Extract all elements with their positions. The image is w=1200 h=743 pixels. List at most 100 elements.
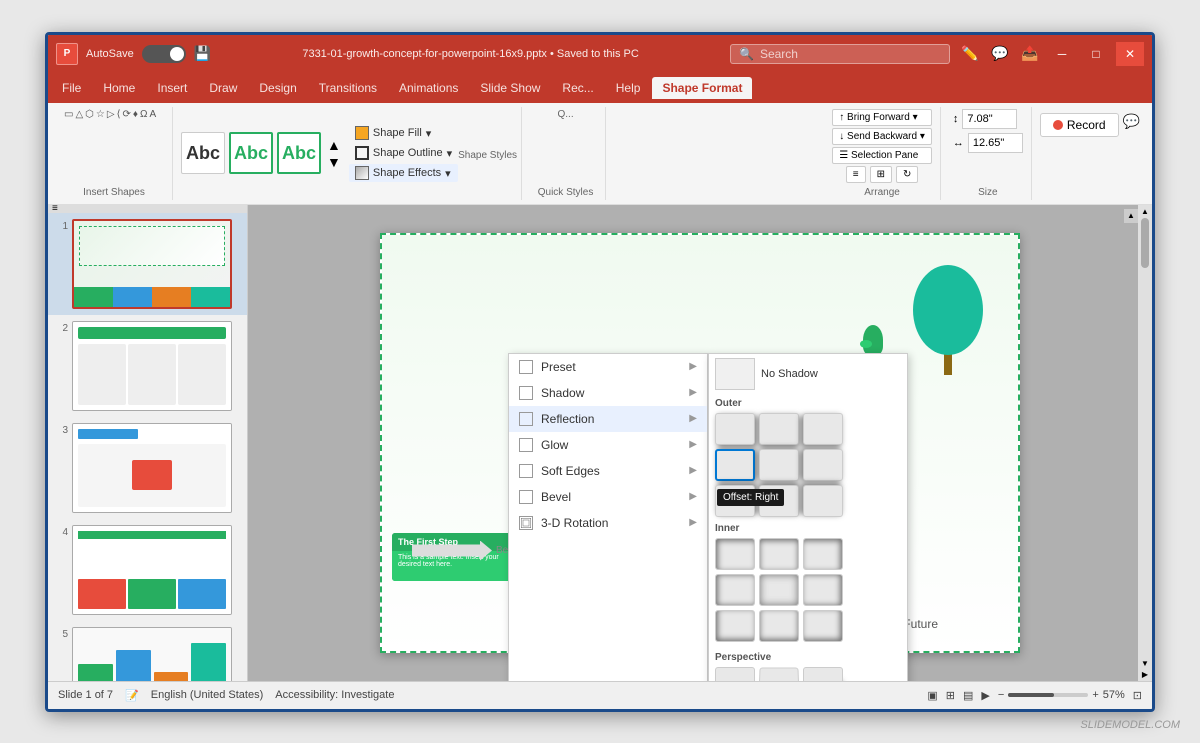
shadow-outer-3[interactable] xyxy=(803,413,843,445)
share-icon[interactable]: 📤 xyxy=(1018,42,1042,66)
bring-forward-btn[interactable]: ↑ Bring Forward ▾ xyxy=(832,109,932,126)
3drotation-checkbox xyxy=(519,516,533,530)
shadow-persp-1[interactable] xyxy=(715,667,755,681)
shadow-inner-6[interactable] xyxy=(803,574,843,606)
effects-menu-item-bevel[interactable]: Bevel ▶ xyxy=(509,484,707,510)
effects-menu-item-preset[interactable]: Preset ▶ xyxy=(509,354,707,380)
search-input[interactable] xyxy=(760,47,930,61)
canvas-scroll-up[interactable]: ▲ xyxy=(1124,209,1138,223)
tab-shapeformat[interactable]: Shape Format xyxy=(652,77,752,99)
shadow-outer-2[interactable] xyxy=(759,413,799,445)
zoom-out-btn[interactable]: − xyxy=(998,689,1004,701)
slide-preview-2 xyxy=(72,321,232,411)
scrollbar-thumb[interactable] xyxy=(1141,218,1149,268)
minimize-button[interactable]: ─ xyxy=(1048,42,1076,66)
shadow-inner-7[interactable] xyxy=(715,610,755,642)
abc-style-1[interactable]: Abc xyxy=(181,132,225,174)
shadow-inner-5[interactable] xyxy=(759,574,799,606)
tab-slideshow[interactable]: Slide Show xyxy=(470,77,550,99)
height-input[interactable] xyxy=(962,109,1017,129)
selection-pane-btn[interactable]: ☰ Selection Pane xyxy=(832,147,932,164)
shadow-inner-9[interactable] xyxy=(803,610,843,642)
shadow-inner-8[interactable] xyxy=(759,610,799,642)
shadow-persp-3[interactable] xyxy=(803,667,843,681)
effects-menu-item-3drotation[interactable]: 3-D Rotation ▶ xyxy=(509,510,707,536)
scrollbar-arrow-right[interactable]: ▶ xyxy=(1142,670,1148,679)
shadow-inner-4[interactable] xyxy=(715,574,755,606)
slide-thumb-1[interactable]: 1 xyxy=(48,213,247,315)
shadow-persp-2[interactable] xyxy=(758,667,799,681)
tab-draw[interactable]: Draw xyxy=(199,77,247,99)
shadow-inner-1[interactable] xyxy=(715,538,755,570)
shadow-outer-5[interactable] xyxy=(759,449,799,481)
fit-slide-icon[interactable]: ⊡ xyxy=(1133,689,1142,702)
abc-style-3[interactable]: Abc xyxy=(277,132,321,174)
search-box[interactable]: 🔍 xyxy=(730,44,950,64)
shadow-outer-4[interactable]: Offset: Right xyxy=(715,449,755,481)
width-input[interactable] xyxy=(968,133,1023,153)
tab-design[interactable]: Design xyxy=(249,77,306,99)
shape-effects-dropdown: Preset ▶ Shadow ▶ Reflection ▶ Glow ▶ xyxy=(508,353,908,681)
styles-scroll-down[interactable]: ▼ xyxy=(327,154,341,170)
shadow-outer-6[interactable] xyxy=(803,449,843,481)
styles-scroll-up[interactable]: ▲ xyxy=(327,137,341,153)
inner-row-1 xyxy=(709,536,907,572)
tab-help[interactable]: Help xyxy=(606,77,651,99)
shadow-inner-3[interactable] xyxy=(803,538,843,570)
tab-home[interactable]: Home xyxy=(93,77,145,99)
zoom-level: 57% xyxy=(1103,689,1125,701)
tab-insert[interactable]: Insert xyxy=(147,77,197,99)
pen-icon[interactable]: ✏️ xyxy=(958,42,982,66)
shadow-outer-1[interactable] xyxy=(715,413,755,445)
scrollbar-up-btn[interactable]: ▲ xyxy=(1141,207,1149,216)
slide-thumb-2[interactable]: 2 xyxy=(48,315,247,417)
slide-show-icon[interactable]: ▶ xyxy=(981,689,989,702)
autosave-toggle[interactable]: Off xyxy=(142,45,186,63)
shadow-inner-2[interactable] xyxy=(759,538,799,570)
slide-notes-icon[interactable]: 📝 xyxy=(125,689,139,702)
group-btn[interactable]: ⊞ xyxy=(870,166,892,183)
tab-file[interactable]: File xyxy=(52,77,91,99)
normal-view-icon[interactable]: ▣ xyxy=(927,689,937,702)
send-backward-btn[interactable]: ↓ Send Backward ▾ xyxy=(832,128,932,145)
inner-row-3 xyxy=(709,608,907,644)
chat-icon[interactable]: 💬 xyxy=(1123,113,1140,130)
slide-preview-content-2 xyxy=(73,322,231,410)
canvas-scrollbar[interactable]: ▲ ▼ ▶ xyxy=(1138,205,1152,681)
shape-outline-btn[interactable]: Shape Outline ▾ xyxy=(349,144,458,162)
effects-menu-item-glow[interactable]: Glow ▶ xyxy=(509,432,707,458)
effects-menu-item-reflection[interactable]: Reflection ▶ xyxy=(509,406,707,432)
align-btn[interactable]: ≡ xyxy=(846,166,866,183)
zoom-in-btn[interactable]: + xyxy=(1092,689,1098,701)
3drotation-arrow: ▶ xyxy=(689,517,697,528)
slide-thumb-5[interactable]: 5 xyxy=(48,621,247,681)
close-button[interactable]: ✕ xyxy=(1116,42,1144,66)
effects-menu-item-shadow[interactable]: Shadow ▶ xyxy=(509,380,707,406)
effects-menu-item-softedges[interactable]: Soft Edges ▶ xyxy=(509,458,707,484)
scrollbar-down-btn[interactable]: ▼ xyxy=(1141,659,1149,668)
outer-label: Outer xyxy=(709,394,907,411)
abc-style-2[interactable]: Abc xyxy=(229,132,273,174)
reflection-arrow: ▶ xyxy=(689,413,697,424)
shape-fill-btn[interactable]: Shape Fill ▾ xyxy=(349,124,458,142)
tab-transitions[interactable]: Transitions xyxy=(309,77,387,99)
comments-icon[interactable]: 💬 xyxy=(988,42,1012,66)
record-button[interactable]: Record xyxy=(1040,113,1119,137)
accessibility-label[interactable]: Accessibility: Investigate xyxy=(275,689,394,701)
slide-sorter-icon[interactable]: ⊞ xyxy=(946,689,955,702)
shape-effects-btn[interactable]: Shape Effects ▾ xyxy=(349,164,458,182)
tab-animations[interactable]: Animations xyxy=(389,77,468,99)
maximize-button[interactable]: □ xyxy=(1082,42,1110,66)
language-label: English (United States) xyxy=(151,689,264,701)
shape-styles-group: Abc Abc Abc ▲ ▼ Shape Fill ▾ Shap xyxy=(177,107,522,200)
shadow-outer-9[interactable] xyxy=(803,485,843,517)
save-icon[interactable]: 💾 xyxy=(194,45,211,62)
slide-preview-5 xyxy=(72,627,232,681)
reading-view-icon[interactable]: ▤ xyxy=(963,689,973,702)
rotate-btn[interactable]: ↻ xyxy=(896,166,918,183)
slide-thumb-4[interactable]: 4 xyxy=(48,519,247,621)
tab-record[interactable]: Rec... xyxy=(552,77,603,99)
zoom-slider[interactable] xyxy=(1008,693,1088,697)
file-name: 7331-01-growth-concept-for-powerpoint-16… xyxy=(211,48,730,60)
slide-thumb-3[interactable]: 3 xyxy=(48,417,247,519)
